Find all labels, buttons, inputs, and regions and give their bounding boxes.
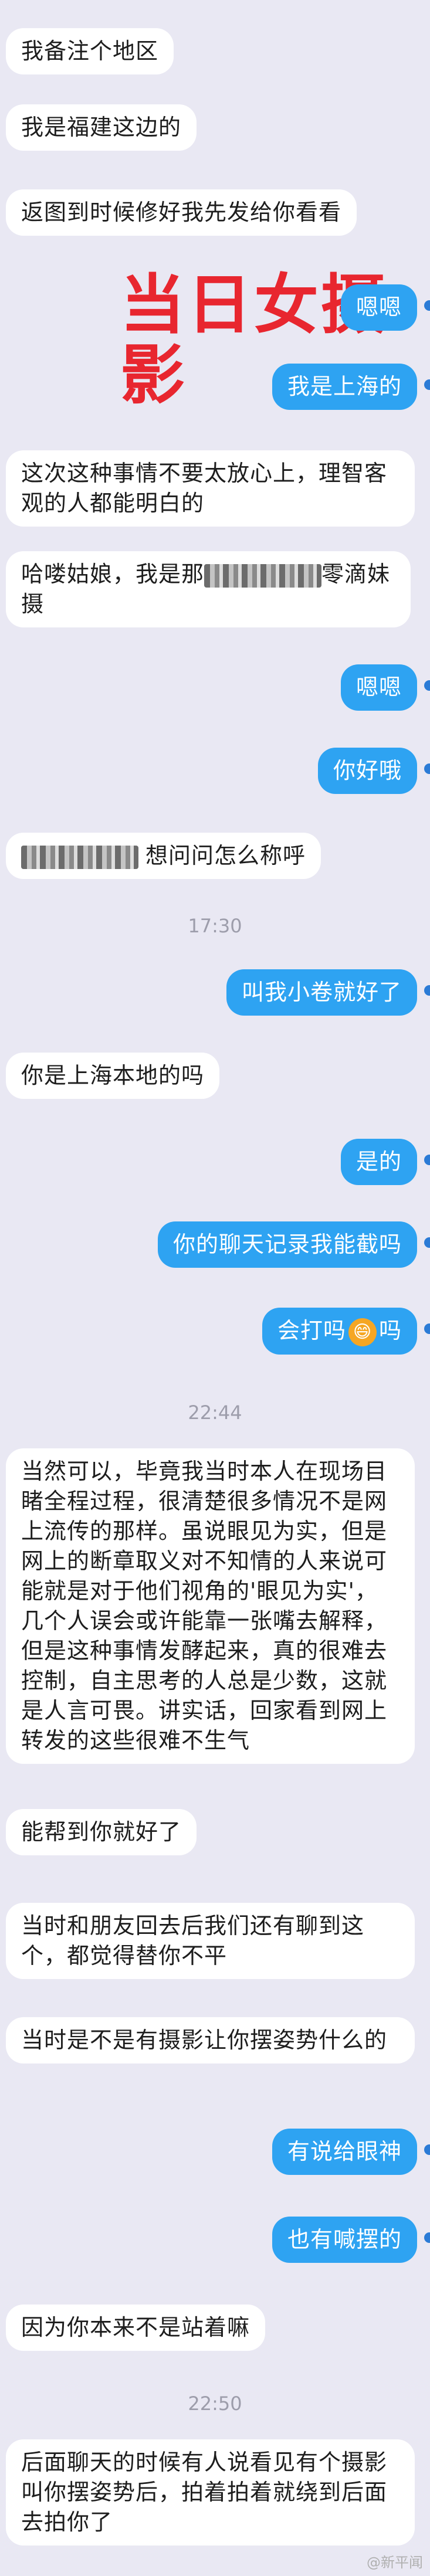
message-text: 我是上海的 [287,374,402,399]
message-text: 你的聊天记录我能截吗 [172,1231,402,1257]
message-text: 叫我小卷就好了 [241,979,402,1005]
grin-emoji-icon: 😄 [348,1318,377,1346]
redacted-name [21,845,138,869]
message-text: 我备注个地区 [21,38,159,64]
message-text: 因为你本来不是站着嘛 [21,2314,250,2340]
incoming-message: 这次这种事情不要太放心上，理智客观的人都能明白的 [6,450,415,527]
message-text: 嗯嗯 [355,674,402,700]
message-text: 你好哦 [333,758,402,783]
incoming-message: 因为你本来不是站着嘛 [6,2305,266,2351]
timestamp: 22:50 [188,2392,242,2415]
outgoing-message: 有说给眼神 [272,2129,417,2175]
message-text: 后面聊天的时候有人说看见有个摄影叫你摆姿势后，拍着拍着就绕到后面去拍你了 [21,2449,388,2535]
message-text: 想问问怎么称呼 [145,843,306,868]
avatar-edge [424,763,430,774]
avatar-edge [424,1237,430,1248]
message-text-part: 哈喽姑娘，我是那 [21,561,205,587]
message-text: 当时和朋友回去后我们还有聊到这个，都觉得替你不平 [21,1913,365,1969]
outgoing-message: 嗯嗯 [340,284,417,331]
incoming-message: 想问问怎么称呼 [6,833,321,879]
message-text: 这次这种事情不要太放心上，理智客观的人都能明白的 [21,460,388,516]
avatar-edge [424,1323,430,1334]
incoming-message: 我备注个地区 [6,28,174,74]
outgoing-message: 我是上海的 [272,364,417,410]
message-text: 你是上海本地的吗 [21,1063,205,1088]
outgoing-message: 会打吗 😄 吗 [262,1308,417,1355]
avatar-edge [424,680,430,691]
message-text: 我是福建这边的 [21,114,182,140]
incoming-message: 当时是不是有摄影让你摆姿势什么的 [6,2017,415,2063]
avatar-edge [424,1155,430,1165]
outgoing-message: 嗯嗯 [340,664,417,711]
timestamp: 22:44 [188,1401,242,1424]
outgoing-message: 也有喊摆的 [272,2217,417,2263]
message-text-part: 会打吗 [277,1318,346,1343]
message-text: 当然可以，毕竟我当时本人在现场目睹全程过程，很清楚很多情况不是网上流传的那样。虽… [21,1458,388,1753]
incoming-message: 后面聊天的时候有人说看见有个摄影叫你摆姿势后，拍着拍着就绕到后面去拍你了 [6,2439,415,2546]
message-text: 有说给眼神 [287,2139,402,2164]
redacted-name [204,564,322,588]
incoming-message: 当然可以，毕竟我当时本人在现场目睹全程过程，很清楚很多情况不是网上流传的那样。虽… [6,1448,415,1764]
message-text: 嗯嗯 [355,294,402,320]
timestamp: 17:30 [188,915,242,937]
outgoing-message: 你的聊天记录我能截吗 [157,1221,417,1268]
message-text: 能帮到你就好了 [21,1819,182,1845]
avatar-edge [424,2232,430,2243]
message-text: 也有喊摆的 [287,2227,402,2252]
outgoing-message: 是的 [340,1139,417,1185]
outgoing-message: 叫我小卷就好了 [226,969,417,1016]
incoming-message: 当时和朋友回去后我们还有聊到这个，都觉得替你不平 [6,1903,415,1979]
message-text: 返图到时候修好我先发给你看看 [21,199,342,225]
message-text: 当时是不是有摄影让你摆姿势什么的 [21,2027,388,2053]
incoming-message: 哈喽姑娘，我是那 零滴妹摄 [6,551,411,627]
incoming-message: 你是上海本地的吗 [6,1053,220,1099]
outgoing-message: 你好哦 [317,748,417,794]
watermark: @新平闻 [367,2554,423,2571]
avatar-edge [424,2144,430,2155]
incoming-message: 返图到时候修好我先发给你看看 [6,189,357,236]
message-text-part: 吗 [378,1318,402,1343]
message-text: 是的 [355,1149,402,1175]
incoming-message: 能帮到你就好了 [6,1809,197,1855]
incoming-message: 我是福建这边的 [6,104,197,151]
avatar-edge [424,985,430,996]
